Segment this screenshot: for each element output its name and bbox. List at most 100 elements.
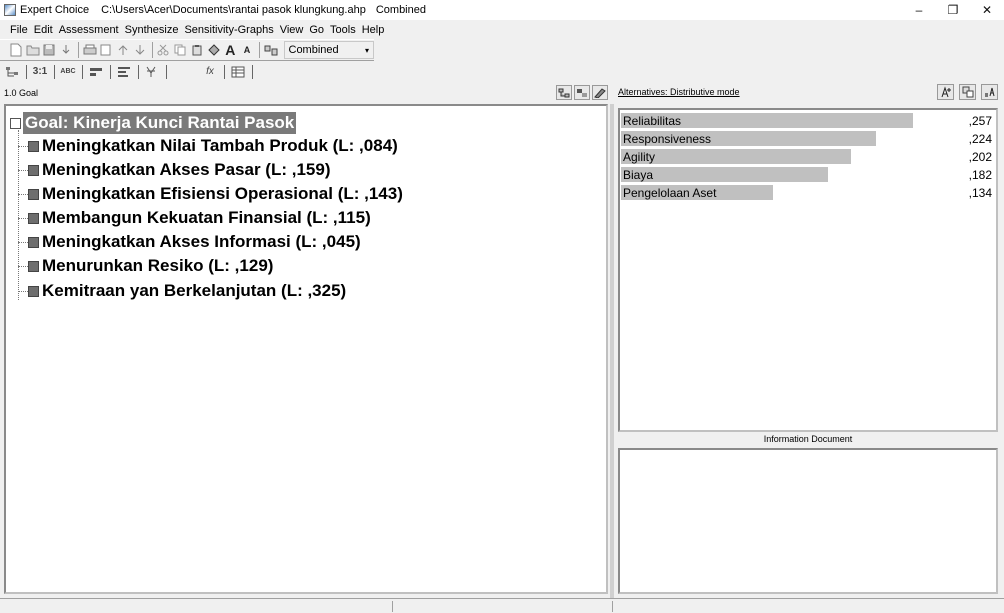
alternatives-tools — [932, 84, 998, 100]
toolbar-separator — [258, 42, 260, 58]
node-icon[interactable] — [574, 85, 590, 100]
alternative-value: ,257 — [968, 114, 992, 128]
calculate-icon[interactable] — [263, 42, 279, 58]
objective-label: Menurunkan Resiko (L: ,129) — [42, 256, 274, 275]
tree-connector — [18, 265, 28, 267]
alternatives-pane[interactable]: Reliabilitas ,257 Responsiveness ,224 Ag… — [618, 108, 998, 432]
alternative-value: ,182 — [968, 168, 992, 182]
font-larger-icon[interactable]: A — [222, 42, 238, 58]
tree-pane-tools — [554, 85, 608, 100]
alternative-name: Reliabilitas — [623, 114, 682, 128]
verbal-icon[interactable]: ABC — [60, 64, 76, 80]
toolbar-separator — [252, 64, 253, 79]
toolbar-separator — [151, 42, 153, 58]
toolbar-separator — [110, 64, 111, 79]
questionnaire-icon[interactable] — [116, 64, 132, 80]
node-box-icon — [28, 260, 39, 272]
tree-connector — [18, 193, 28, 195]
alternative-row[interactable]: Agility ,202 — [621, 148, 995, 165]
toolbar-separator — [82, 64, 83, 79]
goal-node[interactable]: Goal: Kinerja Kunci Rantai Pasok — [10, 112, 297, 134]
alternative-value: ,202 — [968, 150, 992, 164]
alternatives-header: Alternatives: Distributive mode — [614, 84, 1004, 102]
open-folder-icon[interactable] — [25, 42, 41, 58]
copy-icon[interactable] — [172, 42, 188, 58]
pairwise-numeric-icon[interactable]: 3:1 — [32, 64, 48, 80]
objective-label: Meningkatkan Efisiensi Operasional (L: ,… — [42, 184, 403, 203]
toolbar-separator — [77, 42, 79, 58]
tree-node-objective[interactable]: Meningkatkan Nilai Tambah Produk (L: ,08… — [18, 136, 398, 156]
close-button[interactable]: ✕ — [970, 0, 1004, 20]
new-file-icon[interactable] — [8, 42, 24, 58]
data-grid-icon[interactable] — [230, 64, 246, 80]
menu-bar: File Edit Assessment Synthesize Sensitiv… — [0, 20, 1004, 39]
tree-node-objective[interactable]: Kemitraan yan Berkelanjutan (L: ,325) — [18, 281, 346, 301]
alternative-value: ,224 — [968, 132, 992, 146]
paint-icon[interactable] — [206, 42, 222, 58]
window-controls: – ❐ ✕ — [902, 0, 1004, 20]
copy-alternatives-icon[interactable] — [959, 84, 976, 100]
alternatives-mode-label[interactable]: Alternatives: Distributive mode — [618, 87, 740, 97]
information-document-label: Information Document — [763, 434, 853, 444]
title-bar: Expert Choice C:\Users\Acer\Documents\ra… — [0, 0, 1004, 20]
node-box-icon — [28, 164, 39, 176]
app-icon — [4, 4, 16, 16]
paste-icon[interactable] — [189, 42, 205, 58]
objective-label: Membangun Kekuatan Finansial (L: ,115) — [42, 208, 371, 227]
edit-node-icon[interactable] — [592, 85, 608, 100]
tree-layout-icon[interactable] — [556, 85, 572, 100]
hierarchy-tree-pane[interactable]: Goal: Kinerja Kunci Rantai Pasok Meningk… — [4, 104, 608, 594]
save-icon[interactable] — [41, 42, 57, 58]
minimize-button[interactable]: – — [902, 0, 936, 20]
menu-go[interactable]: Go — [309, 24, 324, 36]
alternative-value: ,134 — [968, 186, 992, 200]
tree-view-icon[interactable] — [4, 64, 20, 80]
mode-combo-value: Combined — [288, 44, 339, 56]
menu-edit[interactable]: Edit — [34, 24, 53, 36]
alternative-row[interactable]: Reliabilitas ,257 — [621, 112, 995, 129]
menu-view[interactable]: View — [280, 24, 304, 36]
toolbar-separator — [224, 64, 225, 79]
tree-node-objective[interactable]: Meningkatkan Efisiensi Operasional (L: ,… — [18, 184, 403, 204]
add-alternative-icon[interactable] — [937, 84, 954, 100]
mode-combo[interactable]: Combined ▾ — [283, 41, 374, 59]
alternative-name: Responsiveness — [623, 132, 712, 146]
move-up-icon[interactable] — [115, 42, 131, 58]
alternative-row[interactable]: Responsiveness ,224 — [621, 130, 995, 147]
print-icon[interactable] — [82, 42, 98, 58]
alternative-row[interactable]: Pengelolaan Aset ,134 — [621, 184, 995, 201]
ratings-icon[interactable] — [144, 64, 160, 80]
sort-alternatives-icon[interactable] — [981, 84, 998, 100]
formula-icon[interactable]: fx — [202, 64, 218, 80]
information-document-pane[interactable] — [618, 448, 998, 594]
tree-connector — [18, 290, 28, 292]
graphical-icon[interactable] — [88, 64, 104, 80]
node-box-icon — [28, 140, 39, 152]
menu-sensitivity-graphs[interactable]: Sensitivity-Graphs — [184, 24, 273, 36]
import-icon[interactable] — [58, 42, 74, 58]
maximize-button[interactable]: ❐ — [936, 0, 970, 20]
move-down-icon[interactable] — [132, 42, 148, 58]
tree-node-objective[interactable]: Meningkatkan Akses Pasar (L: ,159) — [18, 160, 331, 180]
main-toolbar: A A Combined ▾ — [0, 39, 374, 61]
menu-file[interactable]: File — [10, 24, 28, 36]
window-mode: Combined — [375, 4, 426, 16]
tree-node-objective[interactable]: Menurunkan Resiko (L: ,129) — [18, 256, 273, 276]
preview-icon[interactable] — [99, 42, 115, 58]
menu-tools[interactable]: Tools — [330, 24, 356, 36]
pane-splitter[interactable] — [610, 104, 614, 598]
menu-help[interactable]: Help — [362, 24, 385, 36]
alternative-name: Agility — [623, 150, 656, 164]
alternative-name: Pengelolaan Aset — [623, 186, 717, 200]
menu-assessment[interactable]: Assessment — [59, 24, 119, 36]
menu-synthesize[interactable]: Synthesize — [125, 24, 179, 36]
cut-icon[interactable] — [156, 42, 172, 58]
alternative-row[interactable]: Biaya ,182 — [621, 166, 995, 183]
tree-connector — [18, 169, 28, 171]
status-bar — [0, 598, 1004, 613]
alternative-name: Biaya — [623, 168, 654, 182]
font-smaller-icon[interactable]: A — [239, 42, 255, 58]
tree-node-objective[interactable]: Meningkatkan Akses Informasi (L: ,045) — [18, 232, 361, 252]
tree-node-objective[interactable]: Membangun Kekuatan Finansial (L: ,115) — [18, 208, 371, 228]
toolbar-separator — [166, 64, 167, 79]
